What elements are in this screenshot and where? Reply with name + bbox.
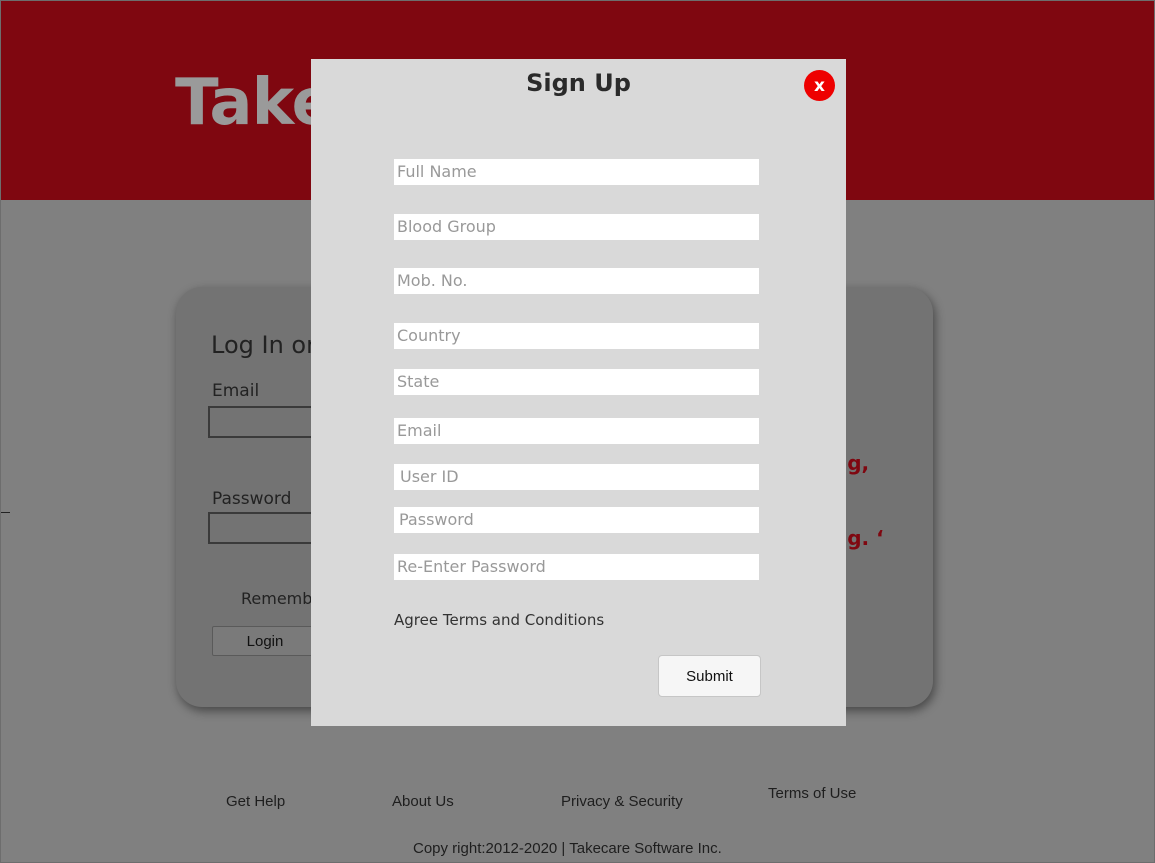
login-email-label: Email — [212, 381, 260, 401]
footer-link-about-us[interactable]: About Us — [392, 793, 454, 810]
edge-tick-mark — [0, 512, 10, 513]
login-title: Log In or — [211, 331, 316, 359]
signup-modal: Sign Up x Full Name Blood Group Mob. No.… — [311, 59, 846, 726]
login-button[interactable]: Login — [212, 626, 318, 656]
submit-button[interactable]: Submit — [658, 655, 761, 697]
state-field[interactable]: State — [394, 369, 759, 395]
email-field[interactable]: Email — [394, 418, 759, 444]
mobile-number-field[interactable]: Mob. No. — [394, 268, 759, 294]
country-field[interactable]: Country — [394, 323, 759, 349]
user-id-field[interactable]: User ID — [394, 464, 759, 490]
close-icon: x — [814, 75, 825, 96]
footer-copyright: Copy right:2012-2020 | Takecare Software… — [413, 840, 722, 857]
page: Take Log In or Email Password Remember L… — [0, 0, 1155, 863]
blood-group-field[interactable]: Blood Group — [394, 214, 759, 240]
footer-link-get-help[interactable]: Get Help — [226, 793, 285, 810]
agree-terms-label[interactable]: Agree Terms and Conditions — [394, 611, 604, 629]
close-button[interactable]: x — [804, 70, 835, 101]
full-name-field[interactable]: Full Name — [394, 159, 759, 185]
footer-link-privacy-security[interactable]: Privacy & Security — [561, 793, 683, 810]
re-enter-password-field[interactable]: Re-Enter Password — [394, 554, 759, 580]
password-field[interactable]: Password — [394, 507, 759, 533]
footer-link-terms-of-use[interactable]: Terms of Use — [768, 785, 856, 802]
login-password-label: Password — [212, 489, 292, 509]
modal-title: Sign Up — [526, 69, 631, 97]
